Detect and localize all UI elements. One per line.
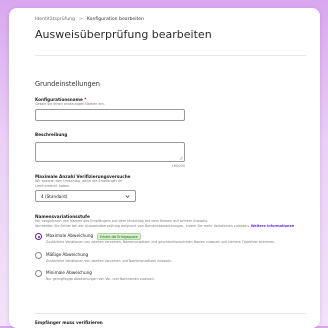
max-attempts-selected-value: 4 (Standard) bbox=[41, 194, 68, 199]
name-variation-help-text: Vermeiden Sie Fehler bei der Ausweisüber… bbox=[35, 224, 250, 228]
radio-min-deviation-desc: Nur geringfügige Abweichungen von Vor- u… bbox=[46, 277, 155, 281]
success-rate-badge: Erhöht die Erfolgsquote bbox=[97, 233, 141, 240]
radio-moderate-deviation-desc: Zusätzliche Variationen von zweiten Vorn… bbox=[46, 259, 173, 263]
breadcrumb: Identitätsprüfung > Konfiguration bearbeit… bbox=[35, 17, 144, 22]
description-textarea[interactable] bbox=[35, 142, 185, 162]
config-name-help: Geben Sie einen eindeutigen Namen ein. bbox=[35, 102, 105, 106]
section-divider bbox=[35, 313, 306, 314]
radio-moderate-deviation[interactable] bbox=[35, 252, 42, 259]
breadcrumb-current: Konfiguration bearbeiten bbox=[86, 17, 145, 22]
resize-handle-icon[interactable] bbox=[179, 156, 183, 160]
description-label: Beschreibung bbox=[35, 132, 68, 137]
section-title: Grundeinstellungen bbox=[35, 80, 100, 88]
radio-max-deviation-label[interactable]: Maximale Abweichung bbox=[46, 233, 93, 238]
radio-max-deviation-desc: Zusätzliche Variationen von zweiten Vorn… bbox=[46, 240, 276, 244]
recipient-verify-label: Empfänger muss verifizieren bbox=[35, 320, 103, 325]
chevron-down-icon bbox=[125, 195, 130, 198]
max-attempts-help-line2: Limit erreicht haben. bbox=[35, 184, 71, 188]
radio-moderate-deviation-label[interactable]: Mäßige Abweichung bbox=[46, 252, 88, 257]
more-info-link[interactable]: Weitere Informationen bbox=[251, 224, 294, 228]
breadcrumb-root-link[interactable]: Identitätsprüfung bbox=[35, 17, 75, 22]
description-char-counter: 160/200 bbox=[171, 164, 185, 168]
max-attempts-select[interactable]: 4 (Standard) bbox=[35, 190, 136, 202]
radio-min-deviation-label[interactable]: Minimale Abweichung bbox=[46, 270, 92, 275]
page-title: Ausweisüberprüfung bearbeiten bbox=[35, 28, 212, 41]
header-divider bbox=[35, 55, 306, 56]
breadcrumb-separator: > bbox=[78, 17, 83, 22]
radio-min-deviation[interactable] bbox=[35, 270, 42, 277]
edit-card: Identitätsprüfung > Konfiguration bearbeit… bbox=[9, 8, 320, 328]
config-name-input[interactable] bbox=[35, 109, 185, 121]
radio-max-deviation[interactable] bbox=[35, 233, 42, 240]
name-variation-help-line2: Vermeiden Sie Fehler bei der Ausweisüber… bbox=[35, 224, 294, 229]
